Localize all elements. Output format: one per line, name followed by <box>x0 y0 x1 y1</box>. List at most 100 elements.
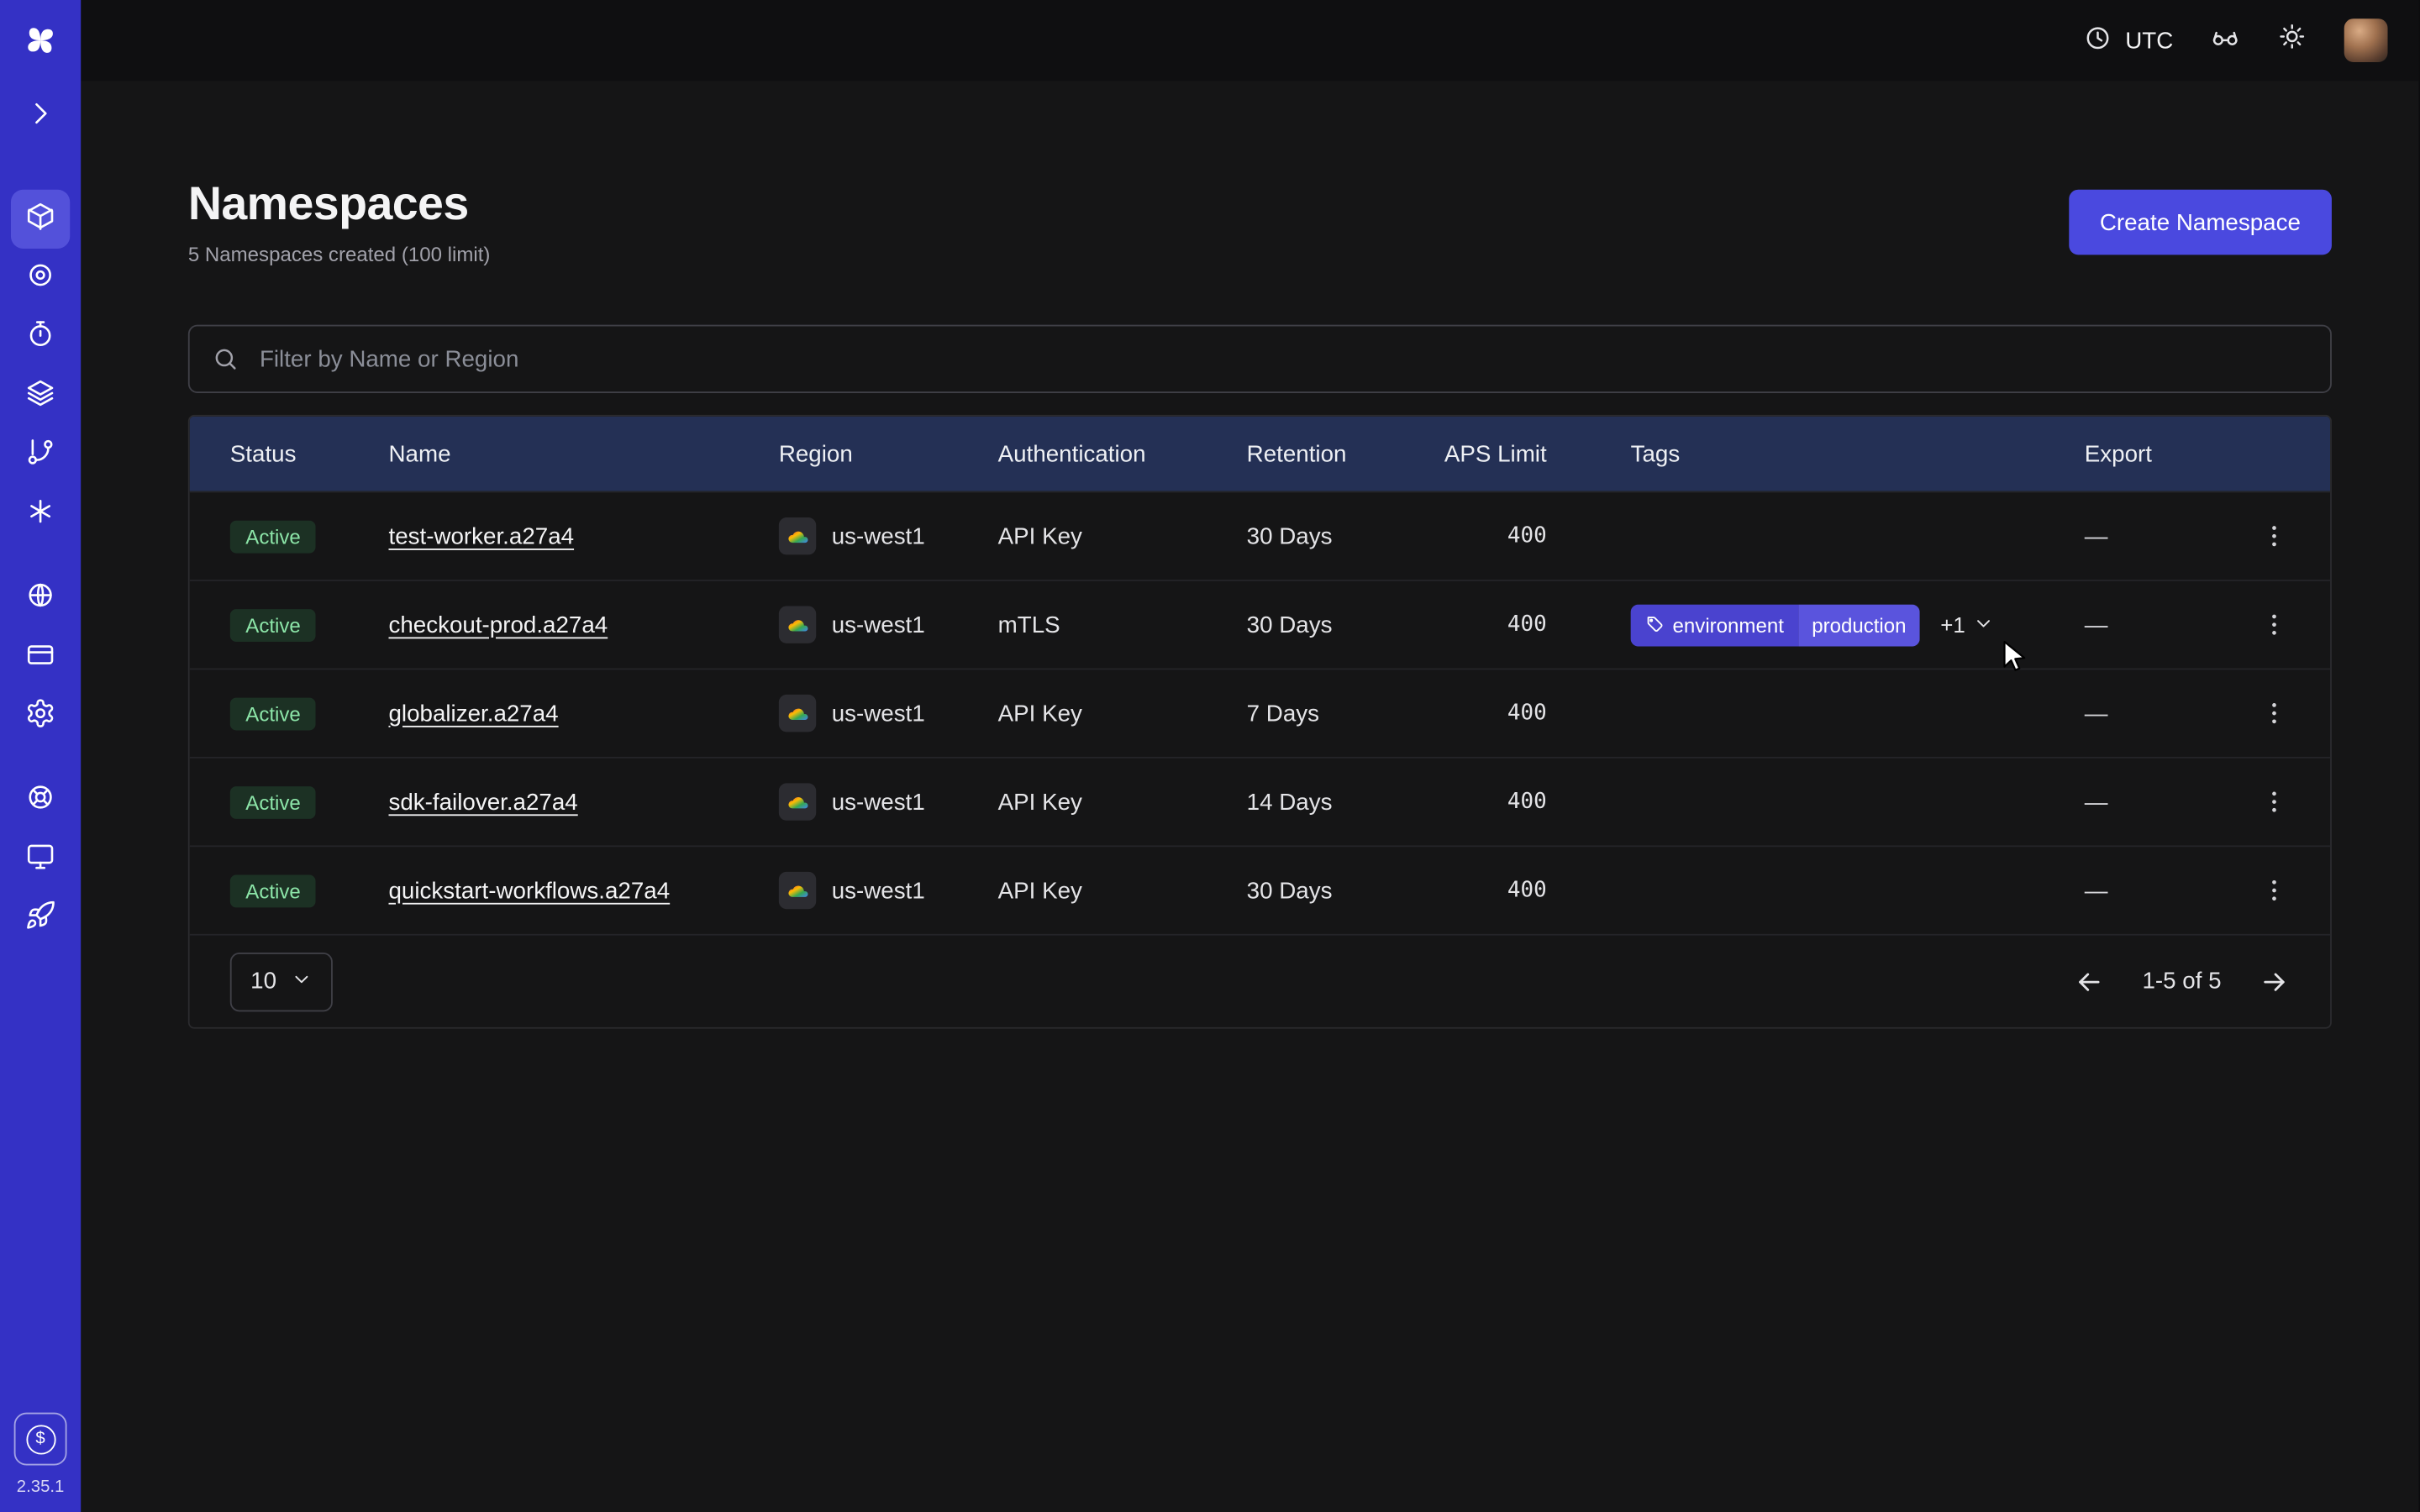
sidebar-item-settings[interactable] <box>11 687 70 746</box>
column-header-tags: Tags <box>1590 440 2044 466</box>
tags-more-button[interactable]: +1 <box>1940 612 1995 638</box>
table-row: Active test-worker.a27a4 us-west1 API Ke… <box>190 491 2330 580</box>
sidebar-item-support[interactable] <box>11 771 70 830</box>
auth-cell: API Key <box>958 789 1207 815</box>
page-size-value: 10 <box>250 969 276 995</box>
sidebar-item-getting-started[interactable] <box>11 889 70 948</box>
filter-input[interactable] <box>188 325 2332 393</box>
region-label: us-west1 <box>832 700 925 726</box>
aps-limit-cell: 400 <box>1399 612 1591 638</box>
sidebar-item-regions[interactable] <box>11 569 70 627</box>
sidebar-item-docs[interactable] <box>11 830 70 889</box>
clock-icon <box>2083 23 2112 59</box>
namespace-link[interactable]: quickstart-workflows.a27a4 <box>388 877 670 903</box>
asterisk-icon <box>25 495 56 533</box>
region-label: us-west1 <box>832 612 925 638</box>
table-row: Active sdk-failover.a27a4 us-west1 API K… <box>190 757 2330 845</box>
namespace-link[interactable]: test-worker.a27a4 <box>388 523 574 549</box>
tags-cell: environment production +1 <box>1590 604 2044 646</box>
dollar-icon: $ <box>26 1424 55 1453</box>
region-label: us-west1 <box>832 789 925 815</box>
namespaces-table: Status Name Region Authentication Retent… <box>188 415 2332 1029</box>
globe-icon <box>25 579 56 617</box>
sidebar-expand-button[interactable] <box>11 87 70 146</box>
export-cell: — <box>2044 877 2218 903</box>
export-cell: — <box>2044 523 2218 549</box>
namespace-link[interactable]: globalizer.a27a4 <box>388 700 558 726</box>
status-badge: Active <box>230 608 316 641</box>
usage-button[interactable]: $ <box>14 1413 67 1466</box>
namespace-link[interactable]: checkout-prod.a27a4 <box>388 612 608 638</box>
sidebar-item-billing[interactable] <box>11 627 70 686</box>
table-header-row: Status Name Region Authentication Retent… <box>190 417 2330 491</box>
row-menu-button[interactable] <box>2218 611 2330 638</box>
gcp-icon <box>779 517 816 554</box>
user-avatar[interactable] <box>2344 18 2388 62</box>
temporal-logo <box>22 22 59 59</box>
auth-cell: API Key <box>958 700 1207 726</box>
timer-icon <box>25 318 56 356</box>
auth-cell: API Key <box>958 523 1207 549</box>
column-header-status: Status <box>190 440 349 466</box>
aps-limit-cell: 400 <box>1399 878 1591 903</box>
status-badge: Active <box>230 520 316 553</box>
row-menu-button[interactable] <box>2218 699 2330 727</box>
main-content: Namespaces 5 Namespaces created (100 lim… <box>81 81 2418 1512</box>
sidebar-item-spark[interactable] <box>11 485 70 543</box>
column-header-aps-limit: APS Limit <box>1399 440 1591 466</box>
auth-cell: mTLS <box>958 612 1207 638</box>
region-label: us-west1 <box>832 523 925 549</box>
page-size-select[interactable]: 10 <box>230 952 333 1011</box>
timezone-selector[interactable]: UTC <box>2083 23 2173 59</box>
retention-cell: 30 Days <box>1207 612 1399 638</box>
export-cell: — <box>2044 612 2218 638</box>
row-menu-button[interactable] <box>2218 876 2330 904</box>
app-version: 2.35.1 <box>17 1478 65 1496</box>
filter-search <box>188 325 2332 393</box>
target-icon <box>25 259 56 297</box>
sidebar-item-deployments[interactable] <box>11 367 70 426</box>
namespace-link[interactable]: sdk-failover.a27a4 <box>388 789 577 815</box>
sidebar-item-namespaces[interactable] <box>11 190 70 249</box>
status-badge: Active <box>230 874 316 907</box>
table-row: Active globalizer.a27a4 us-west1 API Key… <box>190 668 2330 756</box>
theme-toggle-button[interactable] <box>2277 22 2307 59</box>
gcp-icon <box>779 783 816 820</box>
aps-limit-cell: 400 <box>1399 523 1591 549</box>
export-cell: — <box>2044 789 2218 815</box>
column-header-authentication: Authentication <box>958 440 1207 466</box>
topbar: UTC <box>81 0 2418 81</box>
chevron-right-icon <box>25 97 56 136</box>
sidebar: $ 2.35.1 <box>0 0 81 1512</box>
aps-limit-cell: 400 <box>1399 701 1591 726</box>
monitor-icon <box>25 840 56 879</box>
column-header-name: Name <box>348 440 738 466</box>
reader-mode-button[interactable] <box>2211 22 2240 59</box>
row-menu-button[interactable] <box>2218 788 2330 816</box>
sidebar-item-schedules[interactable] <box>11 307 70 366</box>
page-subtitle: 5 Namespaces created (100 limit) <box>188 243 491 268</box>
sidebar-item-nexus[interactable] <box>11 249 70 307</box>
lifebuoy-icon <box>25 781 56 820</box>
aps-limit-cell: 400 <box>1399 790 1591 815</box>
retention-cell: 7 Days <box>1207 700 1399 726</box>
column-header-retention: Retention <box>1207 440 1399 466</box>
create-namespace-button[interactable]: Create Namespace <box>2069 190 2332 255</box>
previous-page-button[interactable] <box>2074 966 2105 997</box>
tag-pill[interactable]: environment production <box>1631 604 1921 646</box>
cube-icon <box>25 200 56 239</box>
tags-more-count: +1 <box>1940 612 1965 638</box>
tag-value: production <box>1798 604 1921 646</box>
next-page-button[interactable] <box>2259 966 2290 997</box>
tag-key: environment <box>1673 613 1784 637</box>
sidebar-item-workflows[interactable] <box>11 426 70 485</box>
row-menu-button[interactable] <box>2218 522 2330 550</box>
gcp-icon <box>779 872 816 909</box>
table-row: Active quickstart-workflows.a27a4 us-wes… <box>190 845 2330 933</box>
glasses-icon <box>2211 22 2240 59</box>
gcp-icon <box>779 606 816 643</box>
table-footer: 10 1-5 of 5 <box>190 934 2330 1027</box>
gcp-icon <box>779 695 816 732</box>
column-header-region: Region <box>739 440 958 466</box>
card-icon <box>25 638 56 676</box>
